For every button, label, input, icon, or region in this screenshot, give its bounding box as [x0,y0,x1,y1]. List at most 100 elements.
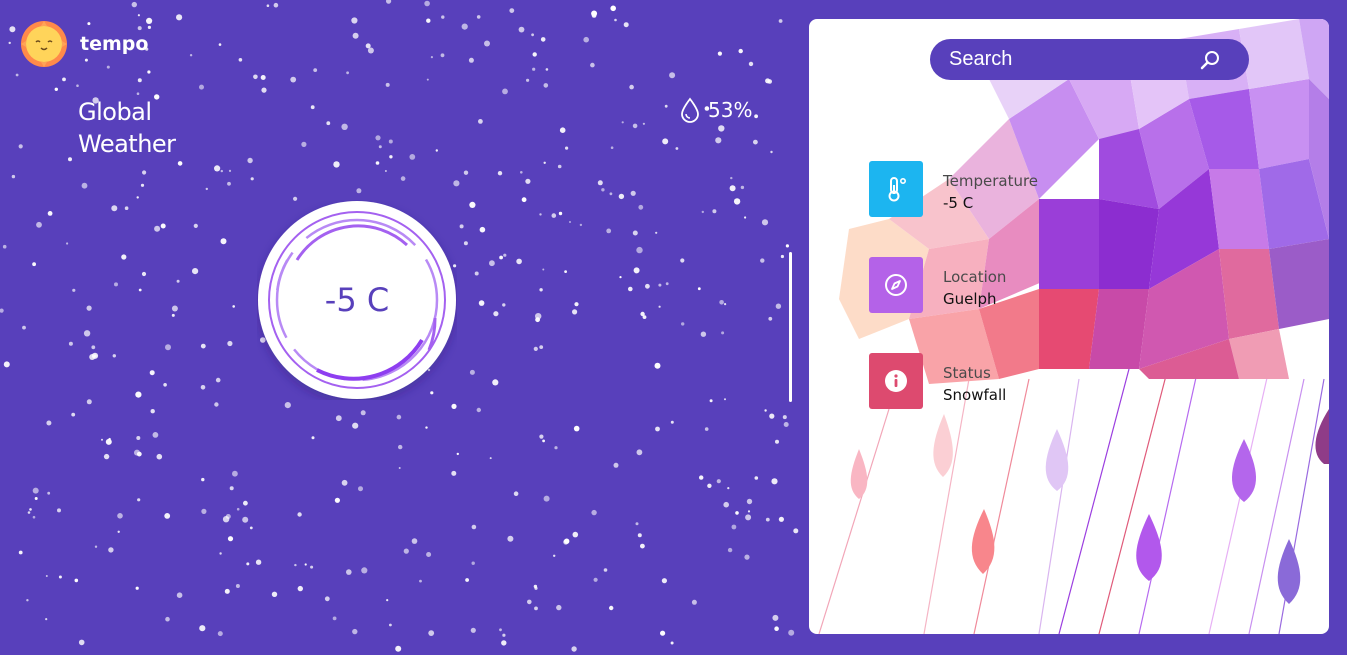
snowflake [163,383,167,387]
snowflake [177,161,183,166]
snowflake [142,170,147,175]
snowflake [526,78,530,82]
cloud-rain-illustration [818,19,1329,634]
snowflake [333,161,340,168]
snowflake [744,554,750,560]
snowflake [246,562,250,566]
search-input[interactable] [947,47,1191,72]
snowflake [557,164,562,169]
snowflake [227,181,231,186]
snowflake [171,313,175,317]
snowflake [81,182,88,189]
snowflake [636,246,643,254]
snowflake [619,276,622,279]
snowflake [764,409,767,412]
snowflake [774,626,779,631]
snowflake [727,547,733,553]
search-bar[interactable] [930,39,1249,80]
snowflake [131,1,137,8]
snowflake [117,530,120,533]
snowflake [770,150,773,154]
snowflake [670,641,674,645]
snowflake [535,313,542,320]
snowflake [18,144,23,149]
snowflake [137,78,142,83]
snowflake [478,119,483,124]
snowflake [621,121,624,124]
snowflake [352,32,359,39]
snowflake [294,563,297,567]
snowflake [34,497,38,500]
snowflake [149,370,155,376]
snowflake [636,449,643,456]
snowflake [47,491,51,495]
snowflake [740,185,745,190]
snowflake [532,67,536,71]
snowflake [250,177,254,181]
snowflake [701,210,704,214]
snowflake [341,479,348,486]
snowflake [691,599,697,605]
snowflake [747,510,751,513]
snowflake [201,477,205,482]
snowflake [46,420,52,426]
snowflake [463,241,468,246]
snowflake [572,309,578,315]
snowflake [556,604,562,611]
snowflake [440,53,445,58]
snowflake [214,165,221,172]
snowflake [346,71,349,75]
snowflake [753,139,758,145]
snowflake [518,26,525,33]
snowflake [553,554,556,557]
snowflake [375,135,381,141]
snowflake [628,286,633,292]
snowflake [610,5,616,12]
snowflake [310,565,314,569]
snowflake [266,4,270,7]
snowflake [57,508,61,513]
snowflake [761,219,769,226]
snowflake [633,267,640,274]
snowflake [192,268,199,275]
app-logo[interactable]: tempo [20,20,148,68]
snowflake [54,87,58,92]
snowflake [138,288,142,292]
snowflake [531,33,534,37]
snowflake [351,17,358,24]
vertical-divider [789,252,792,402]
snowflake [375,161,380,165]
snowflake [435,149,438,152]
snowflake [11,174,16,179]
info-icon [869,353,923,409]
snowflake [572,531,579,538]
snowflake [386,599,389,602]
snowflake [219,552,222,555]
snowflake [396,414,402,420]
snowflake [324,596,330,602]
snowflake [229,486,234,491]
snowflake [493,311,499,317]
snowflake [658,283,662,287]
snowflake [152,432,159,438]
snowflake [297,512,302,517]
search-icon[interactable] [1199,49,1221,71]
snowflake [220,238,227,245]
snowflake [782,415,787,420]
snowflake [632,230,638,236]
snowflake [117,513,123,519]
snowflake [176,279,180,283]
snowflake [778,19,783,23]
snowflake [164,513,171,519]
snowflake [403,548,409,554]
location-value: Guelph [943,290,997,308]
snowflake [769,413,775,419]
snowflake [428,630,435,636]
snowflake [261,87,267,93]
snowflake [71,412,76,417]
snowflake [565,146,569,150]
snowflake [301,141,307,147]
snowflake [136,92,140,95]
snowflake [273,2,279,8]
snowflake [360,410,366,416]
